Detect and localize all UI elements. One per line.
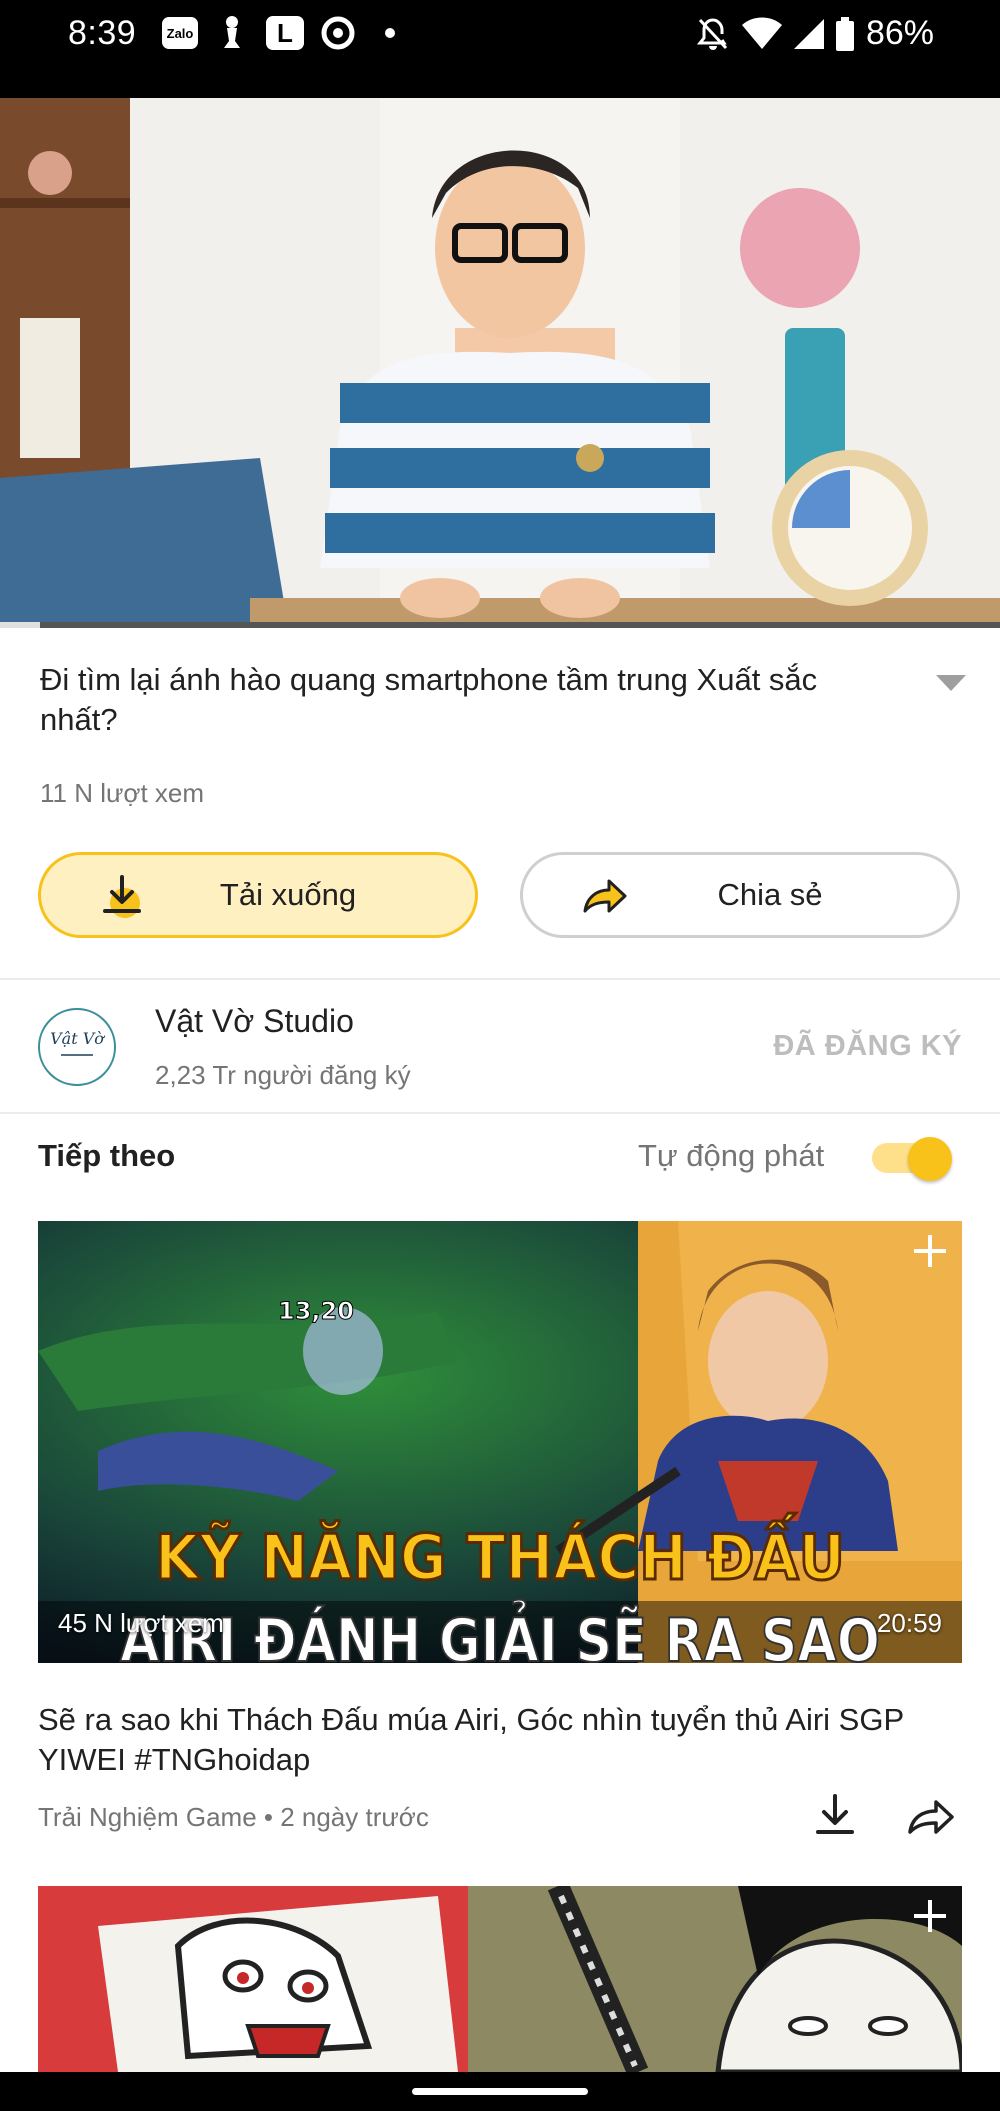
view-count: 11 N lượt xem [40,778,205,808]
add-to-queue-icon[interactable] [908,1229,952,1273]
expand-description-icon[interactable] [936,675,966,691]
up-next-heading: Tiếp theo [38,1138,176,1173]
zalo-icon: Zalo [162,17,198,49]
home-handle[interactable] [412,2088,588,2095]
bell-off-icon [696,18,728,50]
channel-logo: Vật Vờ [50,1029,105,1056]
system-nav-bar [0,2072,1000,2111]
wifi-icon [741,17,782,49]
divider [0,978,1000,980]
svg-text:Vật Vờ: Vật Vờ [50,1029,105,1048]
svg-text:AIRI ĐÁNH GIẢI SẼ RA SAO: AIRI ĐÁNH GIẢI SẼ RA SAO [120,1598,880,1663]
battery-percent: 86% [865,14,934,52]
signal-icon [793,18,824,49]
video-frame[interactable] [0,98,1000,628]
divider [0,1112,1000,1114]
chess-pawn-icon [214,15,250,51]
channel-avatar[interactable]: Vật Vờ [38,1008,116,1086]
video-player[interactable] [0,68,1000,628]
l-app-icon: L [266,16,304,50]
svg-text:KỸ NĂNG THÁCH ĐẤU: KỸ NĂNG THÁCH ĐẤU [155,1513,845,1594]
video-progress-bar[interactable] [0,622,1000,628]
status-time: 8:39 [68,14,137,52]
autoplay-toggle[interactable] [872,1137,952,1181]
video-title: Đi tìm lại ánh hào quang smartphone tầm … [40,662,818,737]
system-icons: 86% [696,14,934,53]
thumbnail-image [38,1886,962,2072]
channel-name[interactable]: Vật Vờ Studio [155,1003,354,1040]
svg-text:13,20: 13,20 [278,1297,354,1325]
battery-icon [835,16,854,51]
next-video-title[interactable]: Sẽ ra sao khi Thách Đấu múa Airi, Góc nh… [38,1700,938,1780]
share-icon [583,879,627,913]
notification-icons: Zalo L [162,15,408,51]
thumbnail-view-count: 45 N lượt xem [58,1608,224,1638]
toggle-knob [908,1137,952,1181]
video-progress-fill [0,622,40,628]
subscriber-count: 2,23 Tr người đăng ký [155,1060,411,1090]
autoplay-label: Tự động phát [638,1138,825,1173]
download-button[interactable]: Tải xuống [38,852,478,938]
thumbnail-image: 13,20 KỸ NĂNG THÁCH ĐẤU AIRI ĐÁNH GIẢI S… [38,1221,962,1663]
circle-dot-icon [320,15,356,51]
dot-icon [372,15,408,51]
thumbnail-duration: 20:59 [876,1608,942,1638]
video-thumbnail[interactable]: 13,20 KỸ NĂNG THÁCH ĐẤU AIRI ĐÁNH GIẢI S… [38,1221,962,1663]
share-icon[interactable] [906,1794,956,1838]
download-icon[interactable] [812,1792,858,1838]
share-button[interactable]: Chia sẻ [520,852,960,938]
video-thumbnail[interactable] [38,1886,962,2072]
download-icon [103,875,141,918]
next-video-meta: Trải Nghiệm Game • 2 ngày trước [38,1802,429,1832]
add-to-queue-icon[interactable] [908,1894,952,1938]
subscribed-button[interactable]: ĐÃ ĐĂNG KÝ [773,1030,962,1063]
status-bar: 8:39 Zalo L 86% [0,0,1000,68]
